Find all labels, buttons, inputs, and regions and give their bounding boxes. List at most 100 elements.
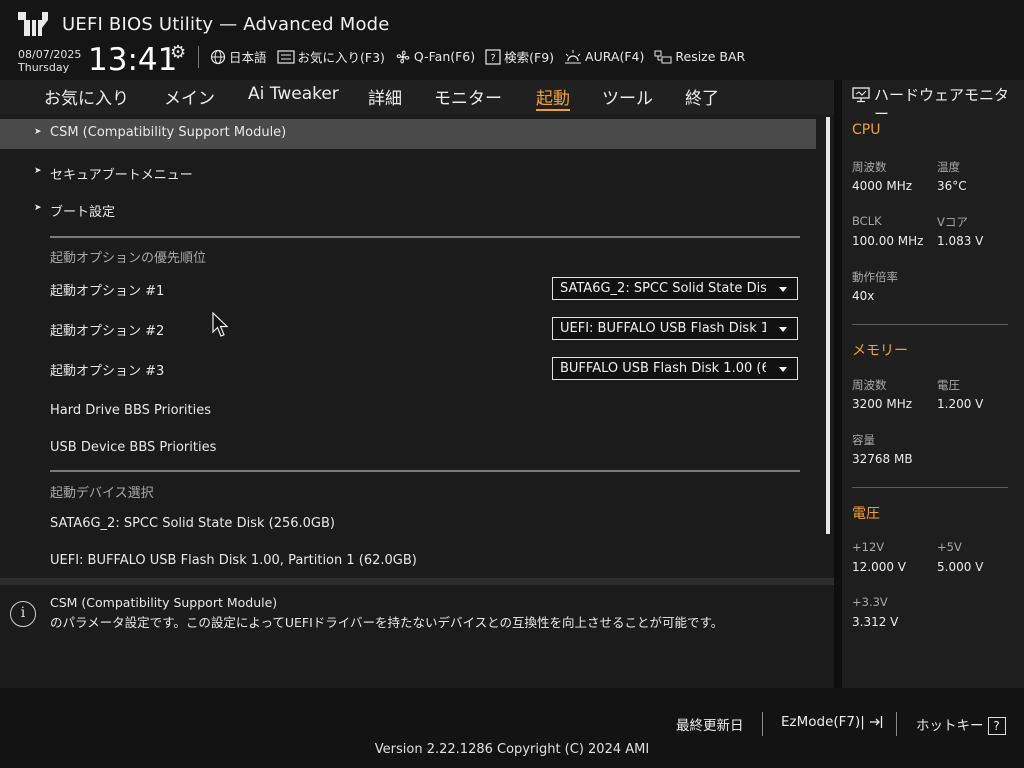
mem-volt-label: 電圧 (937, 378, 960, 392)
boot-device-item[interactable]: UEFI: BUFFALO USB Flash Disk 1.00, Parti… (0, 547, 816, 577)
ezmode-button[interactable]: EzMode(F7)| (781, 714, 883, 730)
boot-device-heading: 起動デバイス選択 (50, 486, 154, 501)
language-label: 日本語 (229, 50, 267, 65)
submenu-label: ブート設定 (50, 205, 116, 220)
section-divider (50, 470, 800, 472)
footer: 最終更新日 EzMode(F7)| ホットキー? Version 2.22.12… (0, 688, 1024, 768)
favorites-label: お気に入り(F3) (297, 50, 385, 65)
resize-bar-icon (654, 50, 672, 63)
boot-priority-heading: 起動オプションの優先順位 (50, 251, 207, 266)
submenu-secure-boot[interactable]: ➤ セキュアブートメニュー (0, 158, 816, 188)
info-icon: i (10, 601, 36, 627)
mem-cap-label: 容量 (852, 433, 875, 447)
v12-value: 12.000 V (852, 560, 907, 574)
cpu-temp-label: 温度 (937, 160, 960, 174)
mem-freq-value: 3200 MHz (852, 397, 913, 411)
gear-icon[interactable]: ⚙ (170, 42, 186, 63)
mem-volt-value: 1.200 V (937, 397, 984, 411)
tab-tool[interactable]: ツール (602, 84, 653, 109)
mem-freq-label: 周波数 (852, 378, 887, 392)
boot-settings-panel: ➤ CSM (Compatibility Support Module) ➤ セ… (0, 114, 834, 578)
usb-device-bbs-item[interactable]: USB Device BBS Priorities (0, 434, 816, 464)
boot-device-item[interactable]: SATA6G_2: SPCC Solid State Disk (256.0GB… (0, 510, 816, 540)
submenu-label: セキュアブートメニュー (50, 168, 193, 183)
resize-bar-button[interactable]: Resize BAR (654, 49, 745, 65)
caret-down-icon (779, 327, 787, 332)
hotkeys-button[interactable]: ホットキー? (916, 714, 1006, 735)
weekday-value: Thursday (18, 61, 70, 74)
bclk-value: 100.00 MHz (852, 234, 924, 248)
v12-label: +12V (852, 540, 885, 554)
cpu-temp-value: 36°C (937, 179, 967, 193)
tab-boot[interactable]: 起動 (536, 84, 570, 111)
hotkey-help-icon: ? (987, 717, 1006, 735)
submenu-boot-configuration[interactable]: ➤ ブート設定 (0, 195, 816, 225)
voltage-heading: 電圧 (852, 506, 880, 522)
scrollbar[interactable] (826, 117, 830, 534)
chevron-right-icon: ➤ (34, 127, 42, 137)
tuf-logo-icon (18, 12, 48, 36)
aura-icon (565, 49, 582, 63)
aura-button[interactable]: AURA(F4) (564, 49, 644, 65)
tab-exit[interactable]: 終了 (685, 84, 719, 109)
tab-ai-tweaker[interactable]: Ai Tweaker (248, 84, 339, 104)
usb-device-bbs-label: USB Device BBS Priorities (50, 440, 217, 455)
ezmode-label: EzMode(F7)| (781, 714, 865, 730)
cpu-freq-value: 4000 MHz (852, 179, 913, 193)
help-divider (0, 578, 834, 585)
v33-label: +3.3V (852, 595, 888, 609)
cpu-heading: CPU (852, 122, 881, 138)
language-button[interactable]: 日本語 (210, 47, 267, 66)
vcore-label: Vコア (937, 215, 968, 229)
hard-drive-bbs-label: Hard Drive BBS Priorities (50, 403, 211, 418)
boot-option-3-value: BUFFALO USB Flash Disk 1.00 (62.0GB) (560, 361, 766, 376)
chevron-right-icon: ➤ (34, 203, 42, 213)
date-display: 08/07/2025 Thursday (18, 48, 81, 74)
bclk-label: BCLK (852, 214, 882, 228)
favorites-icon (276, 49, 295, 64)
ratio-label: 動作倍率 (852, 270, 898, 284)
mouse-cursor-icon (212, 312, 229, 337)
exit-arrow-icon (870, 716, 883, 728)
boot-option-1-select[interactable]: SATA6G_2: SPCC Solid State Disk (256.0GB… (552, 277, 798, 300)
submenu-label: CSM (Compatibility Support Module) (50, 125, 287, 140)
boot-option-3-label: 起動オプション #3 (50, 364, 165, 379)
boot-option-2-select[interactable]: UEFI: BUFFALO USB Flash Disk 1.00 (552, 317, 798, 340)
caret-down-icon (779, 287, 787, 292)
hard-drive-bbs-item[interactable]: Hard Drive BBS Priorities (0, 397, 816, 427)
resize-bar-label: Resize BAR (675, 49, 746, 64)
hw-monitor-title: ハードウェアモニター (874, 86, 1010, 123)
v5-label: +5V (937, 540, 962, 554)
chevron-right-icon: ➤ (34, 166, 42, 176)
last-modified-button[interactable]: 最終更新日 (676, 714, 744, 734)
help-title: CSM (Compatibility Support Module) (50, 595, 278, 610)
section-divider (50, 236, 800, 238)
boot-option-1-label: 起動オプション #1 (50, 284, 165, 299)
boot-option-2-value: UEFI: BUFFALO USB Flash Disk 1.00 (560, 321, 766, 336)
qfan-button[interactable]: Q-Fan(F6) (395, 49, 475, 65)
boot-device-label: SATA6G_2: SPCC Solid State Disk (256.0GB… (50, 516, 335, 531)
panel-gap (834, 80, 842, 688)
search-button[interactable]: ? 検索(F9) (485, 47, 554, 66)
svg-text:?: ? (490, 53, 495, 64)
app-title: UEFI BIOS Utility — Advanced Mode (62, 14, 390, 35)
tab-monitor[interactable]: モニター (434, 84, 502, 109)
help-panel: i CSM (Compatibility Support Module) のパラ… (0, 585, 834, 688)
boot-option-3-select[interactable]: BUFFALO USB Flash Disk 1.00 (62.0GB) (552, 357, 798, 380)
date-value: 08/07/2025 (18, 48, 82, 61)
header-divider (198, 46, 199, 68)
submenu-csm[interactable]: ➤ CSM (Compatibility Support Module) (0, 119, 816, 149)
fan-icon (396, 50, 410, 63)
search-label: 検索(F9) (504, 50, 555, 65)
ratio-value: 40x (852, 289, 875, 303)
header-toolbar: 日本語 お気に入り(F3) Q-Fan(F6) ? 検索(F9) AURA(F4… (210, 47, 755, 66)
tab-main[interactable]: メイン (164, 84, 215, 109)
tab-advanced[interactable]: 詳細 (368, 84, 402, 109)
cpu-freq-label: 周波数 (852, 160, 887, 174)
tab-favorites[interactable]: お気に入り (44, 84, 129, 109)
mem-cap-value: 32768 MB (852, 452, 913, 466)
hardware-monitor-panel: ハードウェアモニター CPU 周波数 温度 4000 MHz 36°C BCLK… (842, 80, 1024, 688)
globe-icon (210, 49, 226, 64)
favorites-button[interactable]: お気に入り(F3) (276, 47, 385, 66)
header: UEFI BIOS Utility — Advanced Mode 08/07/… (0, 0, 1024, 80)
